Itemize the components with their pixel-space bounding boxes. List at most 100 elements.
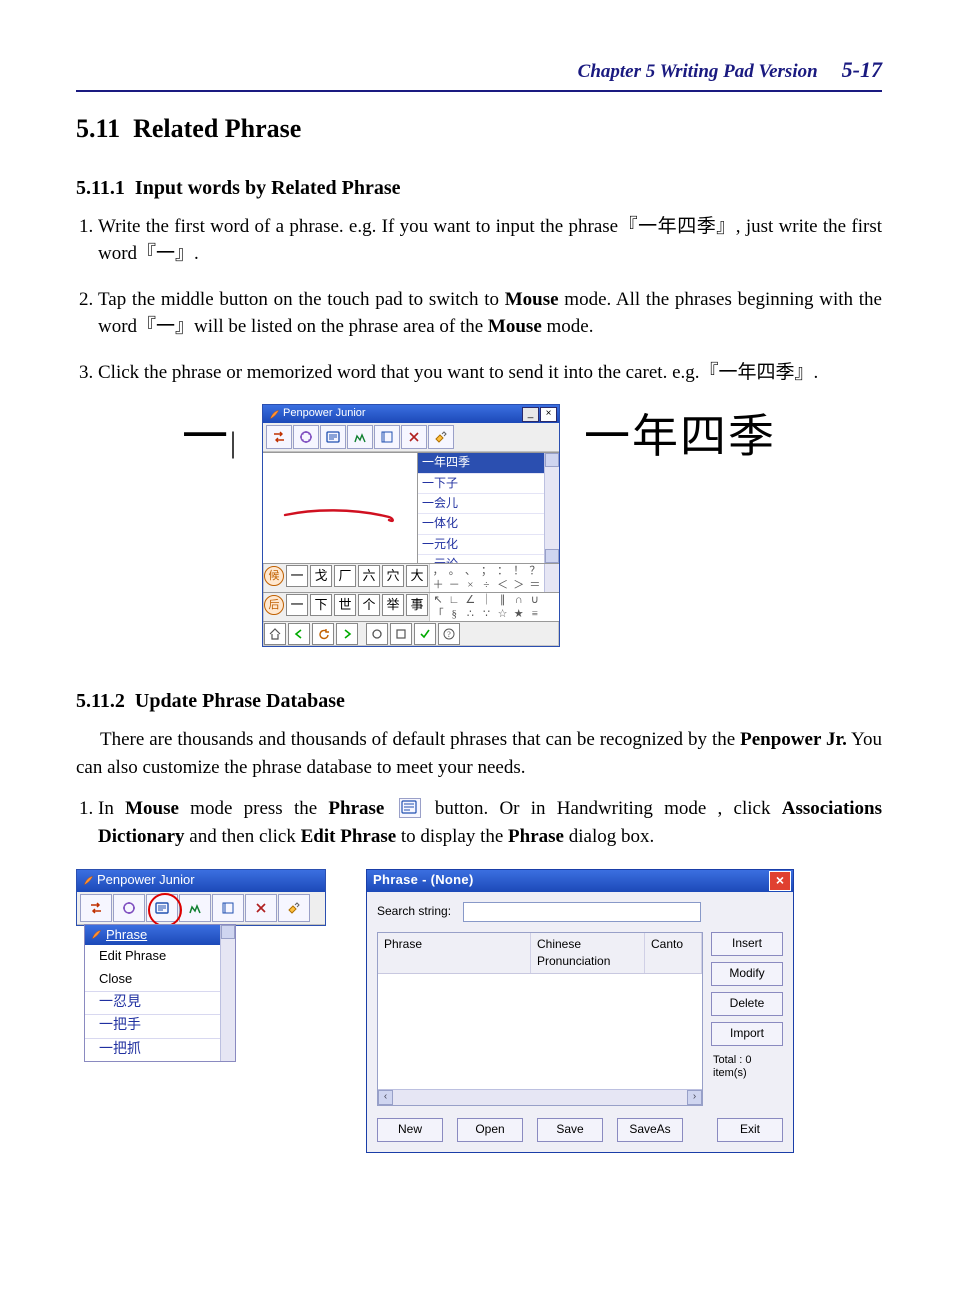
candidate-char[interactable]: 厂 — [334, 565, 356, 587]
section-name: Related Phrase — [133, 114, 301, 143]
candidate-lead-icon[interactable]: 后 — [264, 595, 284, 615]
phrase-icon[interactable] — [320, 425, 346, 449]
delete-button[interactable]: Delete — [711, 992, 783, 1016]
paragraph-1: There are thousands and thousands of def… — [76, 726, 882, 781]
modify-button[interactable]: Modify — [711, 962, 783, 986]
search-row: Search string: — [377, 902, 783, 922]
table-header: Phrase Chinese Pronunciation Canto — [378, 933, 702, 975]
phrase-item[interactable]: 一年四季 — [418, 453, 559, 473]
phrase-item[interactable]: 一会儿 — [418, 494, 559, 514]
phrase-dialog: Phrase - (None) × Search string: Phrase … — [366, 869, 794, 1153]
penpower-window-2: Penpower Junior — [76, 869, 326, 926]
penpower-window-2-group: Penpower Junior Phrase — [76, 869, 326, 1062]
dialog-titlebar: Phrase - (None) × — [367, 870, 793, 892]
swap-icon[interactable] — [266, 425, 292, 449]
step-3: Click the phrase or memorized word that … — [98, 359, 882, 387]
steps-list-2: In Mouse mode press the Phrase button. O… — [76, 795, 882, 850]
candidate-char[interactable]: 一 — [286, 594, 308, 616]
new-button[interactable]: New — [377, 1118, 443, 1142]
candidate-char[interactable]: 一 — [286, 565, 308, 587]
page-header: Chapter 5 Writing Pad Version 5-17 — [76, 54, 882, 92]
candidate-char[interactable]: 世 — [334, 594, 356, 616]
figure-2: Penpower Junior Phrase — [76, 869, 882, 1153]
svg-text:?: ? — [447, 630, 451, 639]
window-titlebar: Penpower Junior — [77, 870, 325, 892]
section-title: 5.11 Related Phrase — [76, 110, 882, 148]
menu-zh-item[interactable]: 一忍見 — [85, 991, 235, 1014]
next-icon[interactable] — [336, 623, 358, 645]
candidate-char[interactable]: 戈 — [310, 565, 332, 587]
menu-item-close[interactable]: Close — [85, 968, 235, 991]
menu-zh-item[interactable]: 一把抓 — [85, 1038, 235, 1061]
undo-icon[interactable] — [312, 623, 334, 645]
delete-icon[interactable] — [401, 425, 427, 449]
toolbar — [263, 423, 559, 452]
table-hscrollbar[interactable]: ‹ › — [378, 1089, 702, 1105]
delete-icon[interactable] — [245, 894, 277, 922]
close-button[interactable]: × — [540, 407, 557, 422]
step-2: Tap the middle button on the touch pad t… — [98, 286, 882, 341]
exit-button[interactable]: Exit — [717, 1118, 783, 1142]
menu-scrollbar[interactable] — [220, 925, 235, 1061]
dict-icon[interactable] — [374, 425, 400, 449]
col-canto[interactable]: Canto — [645, 933, 702, 974]
scroll-left-icon[interactable]: ‹ — [378, 1090, 393, 1105]
phrase-inline-icon — [399, 798, 421, 818]
candidate-lead-icon[interactable]: 候 — [264, 566, 284, 586]
candidate-char[interactable]: 个 — [358, 594, 380, 616]
col-phrase[interactable]: Phrase — [378, 933, 531, 974]
dialog-close-button[interactable]: × — [769, 871, 791, 891]
candidate-char[interactable]: 六 — [358, 565, 380, 587]
circle-icon[interactable] — [366, 623, 388, 645]
scroll-right-icon[interactable]: › — [687, 1090, 702, 1105]
home-icon[interactable] — [264, 623, 286, 645]
tools-icon[interactable] — [428, 425, 454, 449]
phrase-item[interactable]: 一下子 — [418, 474, 559, 494]
prev-icon[interactable] — [288, 623, 310, 645]
menu-zh-item[interactable]: 一把手 — [85, 1014, 235, 1037]
dialog-side-buttons: Insert Modify Delete Import Total : 0 it… — [711, 932, 783, 1106]
swap-icon[interactable] — [80, 894, 112, 922]
candidate-char[interactable]: 举 — [382, 594, 404, 616]
phrase-item[interactable]: 一元论 — [418, 555, 559, 563]
settings-icon[interactable] — [293, 425, 319, 449]
phrase-scrollbar[interactable] — [544, 453, 559, 563]
ok-icon[interactable] — [414, 623, 436, 645]
menu-item-edit-phrase[interactable]: Edit Phrase — [85, 945, 235, 968]
save-button[interactable]: Save — [537, 1118, 603, 1142]
import-button[interactable]: Import — [711, 1022, 783, 1046]
phrase-item[interactable]: 一元化 — [418, 535, 559, 555]
symbol-grid-2: ↖∟∠｜∥∩∪ 「§∴∵☆★≡ — [429, 593, 559, 621]
search-input[interactable] — [463, 902, 701, 922]
insert-button[interactable]: Insert — [711, 932, 783, 956]
settings-icon[interactable] — [113, 894, 145, 922]
open-button[interactable]: Open — [457, 1118, 523, 1142]
section-number: 5.11 — [76, 114, 120, 143]
clear-icon[interactable] — [390, 623, 412, 645]
feather-icon — [91, 929, 102, 940]
penpower-window: Penpower Junior _ × — [262, 404, 560, 647]
figure-1: 一| Penpower Junior _ × — [76, 404, 882, 647]
handwriting-icon[interactable] — [347, 425, 373, 449]
candidate-char[interactable]: 下 — [310, 594, 332, 616]
ink-pane[interactable] — [263, 453, 418, 563]
candidate-char[interactable]: 大 — [406, 565, 428, 587]
dialog-footer: New Open Save SaveAs Exit — [377, 1118, 783, 1142]
candidate-char[interactable]: 事 — [406, 594, 428, 616]
symbol-scrollbar[interactable] — [544, 564, 559, 592]
phrase-item[interactable]: 一体化 — [418, 514, 559, 534]
phrase-icon[interactable] — [146, 894, 178, 922]
col-pronunciation[interactable]: Chinese Pronunciation — [531, 933, 645, 974]
tools-icon[interactable] — [278, 894, 310, 922]
steps-list-1: Write the first word of a phrase. e.g. I… — [76, 213, 882, 387]
handwriting-icon[interactable] — [179, 894, 211, 922]
chapter-label: Chapter 5 Writing Pad Version — [578, 58, 818, 86]
candidate-char[interactable]: 穴 — [382, 565, 404, 587]
dict-icon[interactable] — [212, 894, 244, 922]
saveas-button[interactable]: SaveAs — [617, 1118, 683, 1142]
subsection-title-1: 5.11.1 Input words by Related Phrase — [76, 174, 882, 203]
minimize-button[interactable]: _ — [522, 407, 539, 422]
help-icon[interactable]: ? — [438, 623, 460, 645]
nav-row: ? — [263, 621, 559, 646]
writing-area-row: 一年四季 一下子 一会儿 一体化 一元化 一元论 — [263, 452, 559, 563]
